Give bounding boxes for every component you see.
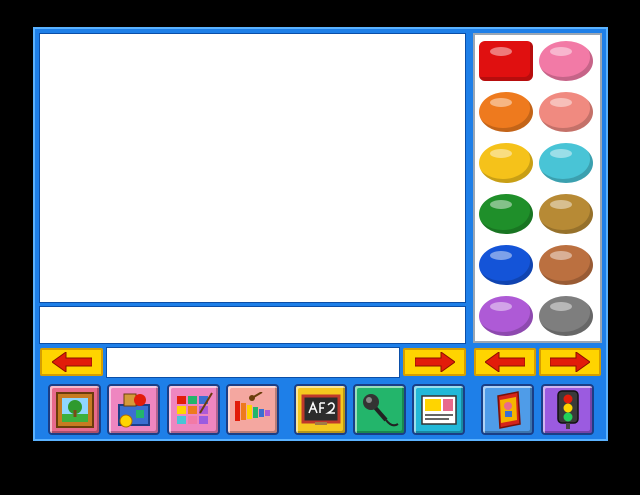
book-icon	[496, 390, 521, 429]
left-arrow-icon	[51, 352, 92, 372]
traffic-light-icon	[556, 389, 579, 429]
previous-page-button[interactable]	[40, 348, 103, 376]
color-swatch-pink[interactable]	[539, 41, 593, 81]
color-swatch-teal[interactable]	[539, 143, 593, 183]
text-input-area[interactable]	[39, 306, 466, 344]
xylophone-icon	[234, 391, 270, 421]
color-swatch-green[interactable]	[479, 194, 533, 234]
record-sound-button[interactable]	[353, 384, 406, 435]
paint-palette-icon	[176, 391, 213, 424]
color-swatch-red[interactable]	[479, 41, 533, 81]
stickers-button[interactable]	[107, 384, 160, 435]
microphone-icon	[362, 393, 399, 426]
color-palette	[473, 33, 602, 343]
color-swatch-gray[interactable]	[539, 296, 593, 336]
color-swatch-yellow[interactable]	[479, 143, 533, 183]
exit-button[interactable]	[541, 384, 594, 435]
color-swatch-blue[interactable]	[479, 245, 533, 285]
palette-previous-button[interactable]	[474, 348, 536, 376]
color-swatch-salmon[interactable]	[539, 92, 593, 132]
color-swatch-brown[interactable]	[539, 245, 593, 285]
pictures-button[interactable]	[48, 384, 101, 435]
color-swatch-purple[interactable]	[479, 296, 533, 336]
drawing-canvas[interactable]	[39, 33, 466, 303]
next-page-button[interactable]	[403, 348, 466, 376]
color-swatch-orange[interactable]	[479, 92, 533, 132]
print-button[interactable]	[412, 384, 465, 435]
palette-next-button[interactable]	[539, 348, 601, 376]
right-arrow-icon	[550, 352, 590, 372]
color-swatch-tan[interactable]	[539, 194, 593, 234]
page-name-field[interactable]	[106, 347, 400, 378]
writing-button[interactable]	[294, 384, 347, 435]
toybox-icon	[117, 393, 150, 427]
left-arrow-icon	[485, 352, 525, 372]
music-button[interactable]	[226, 384, 279, 435]
color-palette-button[interactable]	[167, 384, 220, 435]
picture-frame-icon	[55, 391, 94, 428]
chalkboard-icon	[301, 394, 340, 425]
storybook-button[interactable]	[481, 384, 534, 435]
right-arrow-icon	[414, 352, 455, 372]
photo-card-icon	[420, 394, 457, 425]
